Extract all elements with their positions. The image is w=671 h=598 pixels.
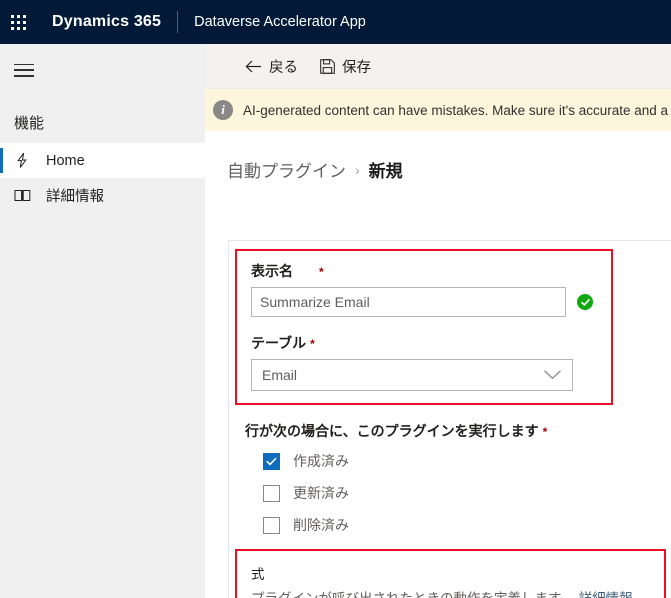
- table-label: テーブル *: [251, 333, 597, 353]
- sidebar-item-details[interactable]: 詳細情報: [0, 178, 205, 213]
- formula-learn-more-link[interactable]: 詳細情報: [579, 591, 633, 598]
- checkbox-box[interactable]: [263, 452, 280, 470]
- sidebar-item-home[interactable]: Home: [0, 143, 205, 178]
- command-bar: 戻る 保存: [205, 44, 671, 89]
- breadcrumb-current: 新規: [368, 162, 403, 181]
- save-disk-icon: [320, 58, 335, 74]
- trigger-group-title-text: 行が次の場合に、このプラグインを実行します: [245, 423, 539, 439]
- checkbox-created[interactable]: 作成済み: [263, 451, 671, 471]
- table-select[interactable]: Email: [251, 359, 573, 391]
- chevron-down-icon: [543, 367, 562, 383]
- app-name[interactable]: Dataverse Accelerator App: [194, 14, 366, 30]
- app-root: Dynamics 365 Dataverse Accelerator App 機…: [0, 0, 671, 598]
- required-marker: *: [310, 337, 315, 351]
- sidebar-section-title: 機能: [14, 115, 45, 132]
- brand-title[interactable]: Dynamics 365: [52, 13, 161, 31]
- sidebar-item-label: Home: [46, 152, 85, 169]
- display-name-label: 表示名 *: [251, 261, 597, 281]
- top-navigation-bar: Dynamics 365 Dataverse Accelerator App: [0, 0, 671, 44]
- highlight-box-identity: 表示名 * テーブル * Email: [235, 249, 613, 405]
- breadcrumb-separator: ›: [355, 161, 360, 178]
- formula-description-text: プラグインが呼び出されたときの動作を定義します。: [251, 591, 574, 598]
- formula-description: プラグインが呼び出されたときの動作を定義します。詳細情報: [251, 587, 650, 598]
- checkbox-box[interactable]: [263, 484, 280, 502]
- book-icon: [14, 188, 42, 203]
- header-divider: [177, 11, 179, 33]
- selection-indicator: [0, 148, 3, 173]
- highlight-box-formula: 式 プラグインが呼び出されたときの動作を定義します。詳細情報 Set(Summa…: [235, 549, 666, 598]
- checkbox-label: 更新済み: [293, 485, 349, 501]
- checkbox-updated[interactable]: 更新済み: [263, 483, 671, 503]
- checkbox-label: 作成済み: [293, 453, 349, 469]
- trigger-group-title: 行が次の場合に、このプラグインを実行します *: [245, 421, 671, 441]
- required-marker: *: [319, 265, 324, 279]
- form-card: 表示名 * テーブル * Email: [228, 240, 671, 598]
- info-circle-icon: i: [213, 100, 233, 120]
- waffle-grid-icon[interactable]: [0, 0, 36, 44]
- lightning-bolt-icon: [14, 152, 42, 169]
- green-check-circle-icon: [577, 294, 593, 310]
- breadcrumb-parent[interactable]: 自動プラグイン: [227, 157, 346, 182]
- checkbox-box[interactable]: [263, 516, 280, 534]
- save-button-label: 保存: [342, 59, 371, 76]
- arrow-left-icon: [245, 60, 262, 73]
- sidebar: 機能 Home 詳細情報: [0, 44, 206, 598]
- checkbox-deleted[interactable]: 削除済み: [263, 515, 671, 535]
- display-name-input[interactable]: [251, 287, 566, 317]
- table-label-text: テーブル: [251, 335, 307, 351]
- save-button[interactable]: 保存: [312, 50, 379, 82]
- back-button-label: 戻る: [269, 59, 298, 76]
- checkbox-label: 削除済み: [293, 517, 349, 533]
- back-button[interactable]: 戻る: [237, 50, 306, 82]
- main-content: 戻る 保存 i AI-generated content can have mi…: [205, 44, 671, 598]
- table-select-value: Email: [262, 367, 298, 383]
- hamburger-icon[interactable]: [0, 48, 48, 92]
- banner-text: AI-generated content can have mistakes. …: [243, 102, 669, 118]
- formula-header: 式 プラグインが呼び出されたときの動作を定義します。詳細情報: [251, 561, 650, 598]
- sidebar-item-label: 詳細情報: [46, 189, 104, 205]
- display-name-row: [251, 287, 597, 317]
- required-marker: *: [542, 425, 548, 439]
- ai-disclaimer-banner: i AI-generated content can have mistakes…: [205, 89, 671, 131]
- breadcrumb: 自動プラグイン › 新規: [205, 131, 671, 182]
- display-name-label-text: 表示名: [251, 263, 293, 279]
- formula-title: 式: [251, 567, 265, 582]
